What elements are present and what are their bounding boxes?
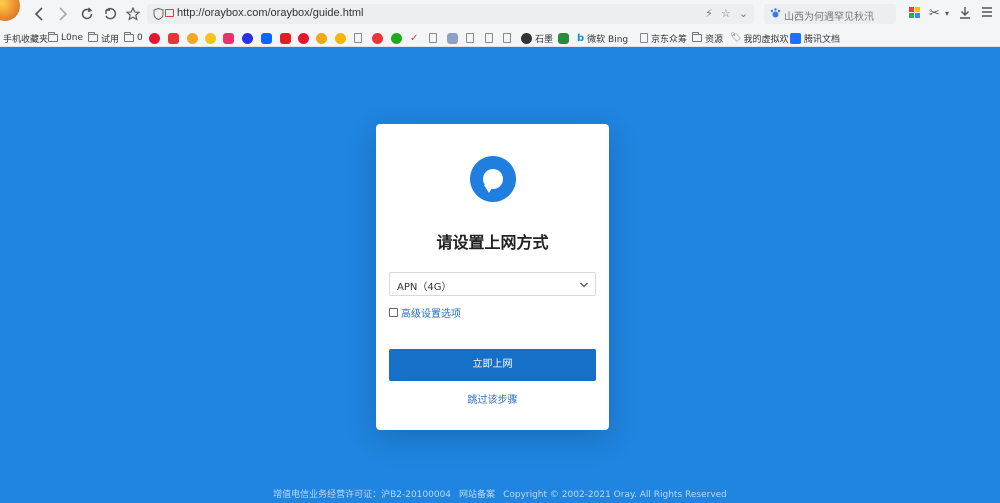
back-icon[interactable] (30, 5, 48, 23)
page-icon (485, 33, 493, 43)
paw-search-icon (770, 8, 781, 18)
bookmark-weibo-2[interactable] (298, 31, 309, 45)
bookmark-star-icon[interactable] (124, 5, 142, 23)
advanced-options-toggle[interactable]: 高级设置选项 (389, 305, 461, 320)
url-text: http://oraybox.com/oraybox/guide.html (177, 7, 364, 19)
weibo-icon (298, 32, 309, 44)
site-gray-icon (447, 32, 458, 44)
bookmark-weibo[interactable] (149, 31, 160, 45)
undo-icon[interactable] (101, 5, 119, 23)
folder-icon (88, 32, 98, 42)
bookmark-bing[interactable]: b 微软 Bing (577, 31, 628, 45)
bookmark-folder-trial[interactable]: 试用 (88, 31, 119, 45)
bookmark-mobile-favorites[interactable]: 手机收藏夹 (3, 31, 48, 45)
bookmark-site-red-circle[interactable] (372, 31, 383, 45)
chevron-down-icon[interactable]: ⌄ (739, 7, 748, 20)
checkmark-icon: ✓ (410, 32, 419, 44)
copyright-text: Copyright © 2002-2021 Oray. All Rights R… (503, 490, 727, 500)
bookmark-tencent-docs[interactable]: 腾讯文档 (790, 31, 840, 45)
setup-card: 请设置上网方式 APN（4G） 高级设置选项 立即上网 跳过该步骤 (376, 124, 609, 430)
site-pink-icon (223, 32, 234, 44)
insecure-icon (165, 9, 174, 17)
folder-icon (692, 32, 702, 42)
browser-toolbar: http://oraybox.com/oraybox/guide.html ⚡ … (0, 0, 1000, 29)
bookmark-site-s[interactable] (335, 31, 346, 45)
bookmark-page-1[interactable] (354, 31, 365, 45)
bookmark-baidu[interactable] (242, 31, 253, 45)
connection-mode-select[interactable]: APN（4G） (389, 272, 596, 296)
zhihu-icon (261, 32, 272, 44)
bookmark-site-check[interactable]: ✓ (410, 31, 418, 45)
bookmark-jd-crowdfunding[interactable]: 京东众筹 (640, 31, 687, 45)
page-icon (429, 33, 437, 43)
bing-icon: b (577, 32, 585, 44)
address-bar[interactable]: http://oraybox.com/oraybox/guide.html ⚡ … (147, 4, 754, 24)
site-red-icon (168, 32, 179, 44)
bookmark-site-orange[interactable] (187, 31, 198, 45)
forward-icon[interactable] (54, 5, 72, 23)
bookmark-green[interactable] (558, 31, 569, 45)
record-link[interactable]: 网站备案 (459, 490, 495, 500)
scissors-icon[interactable]: ✂ (929, 6, 940, 21)
search-placeholder: 山西为何遇罕见秋汛 (784, 12, 874, 23)
oray-logo-icon (470, 156, 516, 202)
lightning-icon[interactable]: ⚡ (705, 7, 713, 20)
bookmark-zhihu[interactable] (261, 31, 272, 45)
weibo-icon (149, 32, 160, 44)
browser-logo-icon (0, 0, 20, 21)
menu-icon[interactable] (981, 6, 993, 22)
bookmark-site-1[interactable] (280, 31, 291, 45)
baidu-paw-icon (242, 32, 253, 44)
bookmark-folder-resources[interactable]: 资源 (692, 31, 723, 45)
page-icon (503, 33, 511, 43)
bookmark-shimo[interactable]: 石墨 (521, 31, 553, 45)
advanced-options-checkbox[interactable] (389, 308, 398, 317)
site-one-icon (280, 32, 291, 44)
skip-step-link[interactable]: 跳过该步骤 (376, 391, 609, 406)
download-icon[interactable] (959, 6, 971, 23)
page-icon (466, 33, 474, 43)
bookmarks-bar: 手机收藏夹 L0ne 试用 0 ✓ 石墨 b 微软 Bing 京东众筹 资源 🏷 我… (0, 29, 1000, 47)
folder-icon (48, 32, 58, 42)
bookmark-page-5[interactable] (503, 31, 514, 45)
bookmark-page-4[interactable] (485, 31, 496, 45)
bookmark-site-pink[interactable] (223, 31, 234, 45)
site-green-icon (558, 32, 569, 44)
site-s-icon (335, 32, 346, 44)
folder-icon (124, 32, 134, 42)
site-orange-icon (187, 32, 198, 44)
wechat-icon (391, 32, 402, 44)
search-input[interactable]: 山西为何遇罕见秋汛 (764, 4, 896, 24)
site-swirl-icon (316, 32, 327, 44)
bookmark-site-bell[interactable] (205, 31, 216, 45)
scissors-dropdown-icon[interactable]: ▾ (945, 9, 949, 18)
chevron-down-icon (580, 282, 588, 288)
site-red-circle-icon (372, 32, 383, 44)
bookmark-site-swirl[interactable] (316, 31, 327, 45)
bookmark-wechat[interactable] (391, 31, 402, 45)
tag-icon: 🏷 (730, 33, 742, 43)
bookmark-site-gray[interactable] (447, 31, 458, 45)
apps-grid-icon[interactable] (909, 7, 921, 23)
footer: 增值电信业务经营许可证：沪B2-20100004 网站备案 Copyright © … (0, 487, 1000, 500)
star-icon[interactable]: ☆ (721, 7, 731, 20)
page-icon (640, 33, 648, 43)
page-title: 请设置上网方式 (436, 233, 549, 252)
bookmark-virtual[interactable]: 🏷 我的虚拟欢 (730, 31, 788, 45)
select-value: APN（4G） (397, 282, 452, 293)
bell-icon (205, 32, 216, 44)
license-text: 增值电信业务经营许可证：沪B2-20100004 (273, 490, 452, 500)
bookmark-site-red[interactable] (168, 31, 179, 45)
bookmark-folder-0[interactable]: 0 (124, 31, 143, 45)
page-icon (354, 33, 362, 43)
connect-now-button[interactable]: 立即上网 (389, 349, 596, 381)
bookmark-folder-l0ne[interactable]: L0ne (48, 31, 83, 45)
reload-icon[interactable] (78, 5, 96, 23)
tencent-docs-icon (790, 32, 801, 44)
bookmark-page-3[interactable] (466, 31, 477, 45)
shield-icon (153, 8, 164, 20)
shimo-icon (521, 32, 532, 44)
advanced-options-label: 高级设置选项 (401, 309, 461, 320)
bookmark-page-2[interactable] (429, 31, 440, 45)
